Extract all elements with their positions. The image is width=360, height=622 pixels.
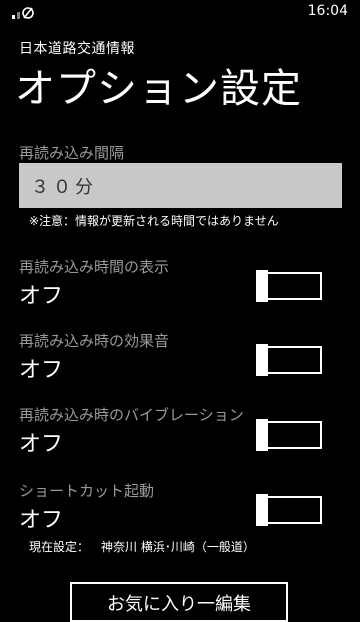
setting-value-vibration: オフ — [19, 432, 64, 457]
app-name: 日本道路交通情報 — [19, 41, 135, 57]
setting-label-sound-effect: 再読み込み時の効果音 — [19, 332, 170, 350]
setting-label-show-refresh-time: 再読み込み時間の表示 — [19, 258, 170, 276]
toggle-track — [260, 346, 322, 374]
page-title: オプション設定 — [15, 66, 302, 112]
toggle-thumb[interactable] — [256, 344, 268, 376]
refresh-interval-picker[interactable]: ３０分 — [19, 163, 342, 208]
toggle-thumb[interactable] — [256, 419, 268, 451]
signal-icon — [12, 7, 34, 19]
toggle-thumb[interactable] — [256, 270, 268, 302]
refresh-interval-label: 再読み込み間隔 — [19, 144, 125, 162]
shortcut-current-setting: 現在設定： 神奈川 横浜･川崎（一般道） — [29, 538, 255, 555]
setting-value-sound-effect: オフ — [19, 358, 64, 383]
shortcut-current-value: 神奈川 横浜･川崎（一般道） — [101, 540, 255, 554]
toggle-track — [260, 496, 322, 524]
clock: 16:04 — [307, 3, 348, 19]
refresh-interval-note: ※注意：情報が更新される時間ではありません — [29, 214, 279, 228]
setting-value-shortcut-launch: オフ — [19, 508, 64, 533]
toggle-track — [260, 421, 322, 449]
edit-favorites-button[interactable]: お気に入り一編集 — [70, 582, 288, 622]
toggle-shortcut-launch[interactable] — [256, 494, 322, 526]
setting-label-shortcut-launch: ショートカット起動 — [19, 482, 155, 500]
status-bar: 16:04 — [0, 0, 360, 24]
setting-value-show-refresh-time: オフ — [19, 284, 64, 309]
toggle-vibration[interactable] — [256, 419, 322, 451]
setting-label-vibration: 再読み込み時のバイブレーション — [19, 406, 244, 424]
shortcut-current-label: 現在設定： — [29, 540, 90, 554]
toggle-sound-effect[interactable] — [256, 344, 322, 376]
toggle-thumb[interactable] — [256, 494, 268, 526]
toggle-track — [260, 272, 322, 300]
toggle-show-refresh-time[interactable] — [256, 270, 322, 302]
